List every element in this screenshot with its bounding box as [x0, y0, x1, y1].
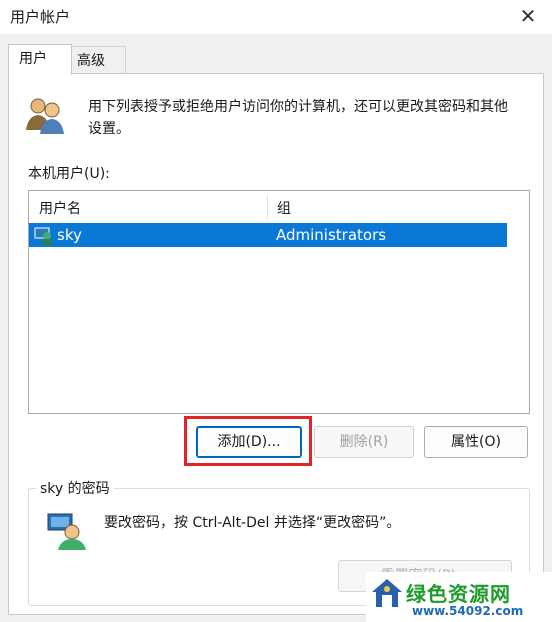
local-users-label: 本机用户(U): — [28, 166, 110, 182]
watermark-name: 绿色资源网 — [406, 582, 511, 606]
user-key-icon — [47, 513, 86, 550]
watermark: 绿色资源网 www.54092.com — [366, 572, 552, 622]
tab-advanced[interactable]: 高级 — [66, 46, 126, 75]
list-scrollbar[interactable] — [507, 191, 529, 413]
password-instructions: 要改密码，按 Ctrl-Alt-Del 并选择“更改密码”。 — [104, 515, 401, 531]
list-header: 用户名 组 — [29, 191, 529, 224]
column-header-username[interactable]: 用户名 — [39, 198, 81, 218]
users-icon — [26, 98, 64, 134]
users-list[interactable]: 用户名 组 sky Administrators — [28, 190, 530, 414]
title-bar: 用户帐户 ✕ — [0, 0, 552, 34]
description-text: 用下列表授予或拒绝用户访问你的计算机，还可以更改其密码和其他设置。 — [88, 99, 508, 137]
highlight-box — [184, 416, 312, 466]
table-row[interactable]: sky Administrators — [29, 223, 507, 247]
window-title: 用户帐户 — [10, 8, 71, 26]
column-divider[interactable] — [267, 195, 268, 219]
tab-users[interactable]: 用户 — [8, 44, 72, 75]
password-group-title: sky 的密码 — [36, 478, 114, 498]
house-logo-icon — [372, 579, 402, 607]
close-icon[interactable]: ✕ — [514, 2, 542, 30]
row-group: Administrators — [276, 226, 387, 244]
remove-user-button[interactable]: 删除(R) — [314, 426, 414, 458]
properties-button[interactable]: 属性(O) — [424, 426, 528, 458]
user-icon — [34, 227, 53, 245]
column-header-group[interactable]: 组 — [277, 198, 291, 218]
watermark-url: www.54092.com — [412, 604, 524, 618]
row-username: sky — [57, 226, 82, 244]
